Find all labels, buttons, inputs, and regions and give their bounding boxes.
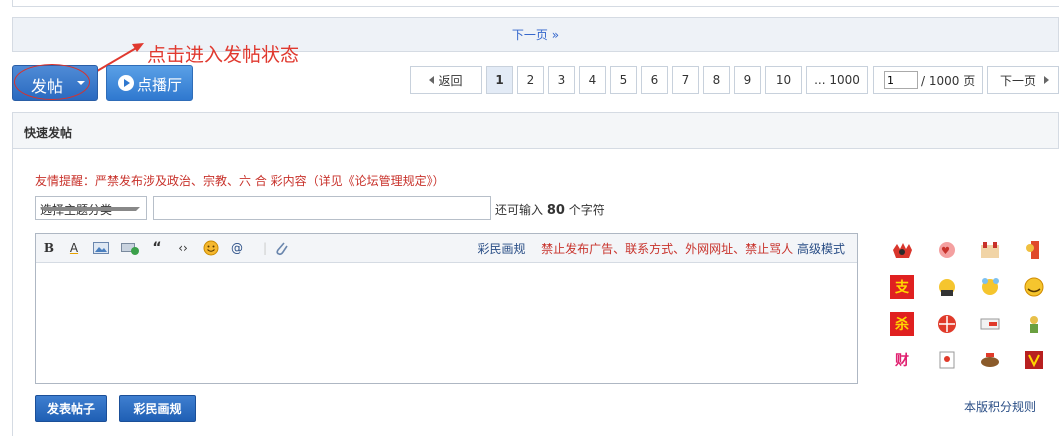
submit-post-button[interactable]: 发表帖子: [35, 395, 107, 422]
rules-link[interactable]: 彩民画规: [477, 242, 525, 256]
smiley-2[interactable]: ♥: [935, 238, 959, 262]
page-number-input[interactable]: [884, 71, 918, 89]
smiley-sha[interactable]: 杀: [890, 312, 914, 336]
font-color-icon[interactable]: A: [66, 240, 82, 256]
page-7[interactable]: 7: [672, 66, 699, 94]
warning-text: 禁止发布广告、联系方式、外网网址、禁止骂人: [541, 242, 794, 256]
char-remaining: 还可输入 80 个字符: [495, 201, 605, 218]
remain-prefix: 还可输入: [495, 203, 544, 217]
quick-post-title: 快速发帖: [24, 126, 73, 140]
back-label: 返回: [438, 73, 463, 88]
top-border-strip: [12, 0, 1059, 7]
page-3[interactable]: 3: [548, 66, 575, 94]
points-rules-link[interactable]: 本版积分规则: [964, 398, 1036, 415]
page-1[interactable]: 1: [486, 66, 513, 94]
chevron-down-icon: [40, 207, 140, 211]
smiley-3[interactable]: [978, 238, 1002, 262]
page-jump: / 1000 页: [873, 66, 983, 94]
play-icon: [118, 75, 134, 91]
smiley-16[interactable]: [1022, 348, 1046, 372]
page-last[interactable]: ... 1000: [806, 66, 868, 94]
page-5[interactable]: 5: [610, 66, 637, 94]
smiley-14[interactable]: [935, 348, 959, 372]
quote-icon[interactable]: “: [150, 240, 164, 256]
bold-icon[interactable]: B: [42, 240, 56, 256]
page-10[interactable]: 10: [765, 66, 802, 94]
smiley-12[interactable]: [1022, 312, 1046, 336]
remain-suffix: 个字符: [568, 203, 605, 217]
page-8[interactable]: 8: [703, 66, 730, 94]
back-button[interactable]: 返回: [410, 66, 482, 94]
smiley-15[interactable]: [978, 348, 1002, 372]
smiley-4[interactable]: [1022, 238, 1046, 262]
total-pages-label: / 1000 页: [921, 73, 976, 88]
triangle-right-icon: [1044, 76, 1050, 84]
svg-text:♥: ♥: [941, 246, 950, 257]
editor-toolbar: B A “ ‹› @ | 彩民画规 禁止发布广告、联系方式、外网网址、禁止骂人 …: [36, 234, 857, 263]
triangle-left-icon: [429, 76, 435, 84]
smiley-zhi[interactable]: 支: [890, 275, 914, 299]
subject-input[interactable]: [153, 196, 491, 220]
smiley-11[interactable]: [978, 312, 1002, 336]
smiley-7[interactable]: [978, 275, 1002, 299]
attach-media-icon[interactable]: [120, 240, 140, 256]
image-icon[interactable]: [92, 240, 110, 256]
live-hall-button[interactable]: 点播厅: [106, 65, 193, 101]
smiley-icon[interactable]: [202, 240, 220, 256]
page-4[interactable]: 4: [579, 66, 606, 94]
next-page-link[interactable]: 下一页 »: [512, 26, 559, 43]
smiley-10[interactable]: [935, 312, 959, 336]
page-9[interactable]: 9: [734, 66, 761, 94]
remain-count: 80: [546, 203, 565, 218]
smiley-6[interactable]: [935, 275, 959, 299]
rules-button[interactable]: 彩民画规: [119, 395, 196, 422]
smiley-1[interactable]: [890, 238, 914, 262]
page-6[interactable]: 6: [641, 66, 668, 94]
quick-post-header: 快速发帖: [12, 112, 1059, 149]
annotation-text: 点击进入发帖状态: [147, 44, 300, 66]
code-icon[interactable]: ‹›: [174, 240, 192, 256]
page-2[interactable]: 2: [517, 66, 544, 94]
next-page-label: 下一页: [1000, 73, 1037, 88]
next-page-button[interactable]: 下一页: [987, 66, 1059, 94]
highlight-ellipse: [14, 64, 90, 100]
paperclip-icon[interactable]: [272, 240, 290, 256]
post-body-textarea[interactable]: [36, 263, 857, 383]
advanced-mode-link[interactable]: 高级模式: [797, 242, 845, 256]
at-icon[interactable]: @: [228, 240, 246, 256]
editor: B A “ ‹› @ | 彩民画规 禁止发布广告、联系方式、外网网址、禁止骂人 …: [35, 233, 858, 384]
smiley-8[interactable]: [1022, 275, 1046, 299]
toolbar-divider: |: [262, 241, 268, 255]
notice-text: 友情提醒：严禁发布涉及政治、宗教、六 合 彩内容（详见《论坛管理规定》）: [35, 174, 445, 188]
toolbar-links: 彩民画规 禁止发布广告、联系方式、外网网址、禁止骂人 高级模式: [477, 240, 845, 257]
smiley-cai[interactable]: 财: [890, 348, 914, 372]
category-select[interactable]: 选择主题分类: [35, 196, 147, 220]
live-hall-label: 点播厅: [137, 76, 183, 94]
